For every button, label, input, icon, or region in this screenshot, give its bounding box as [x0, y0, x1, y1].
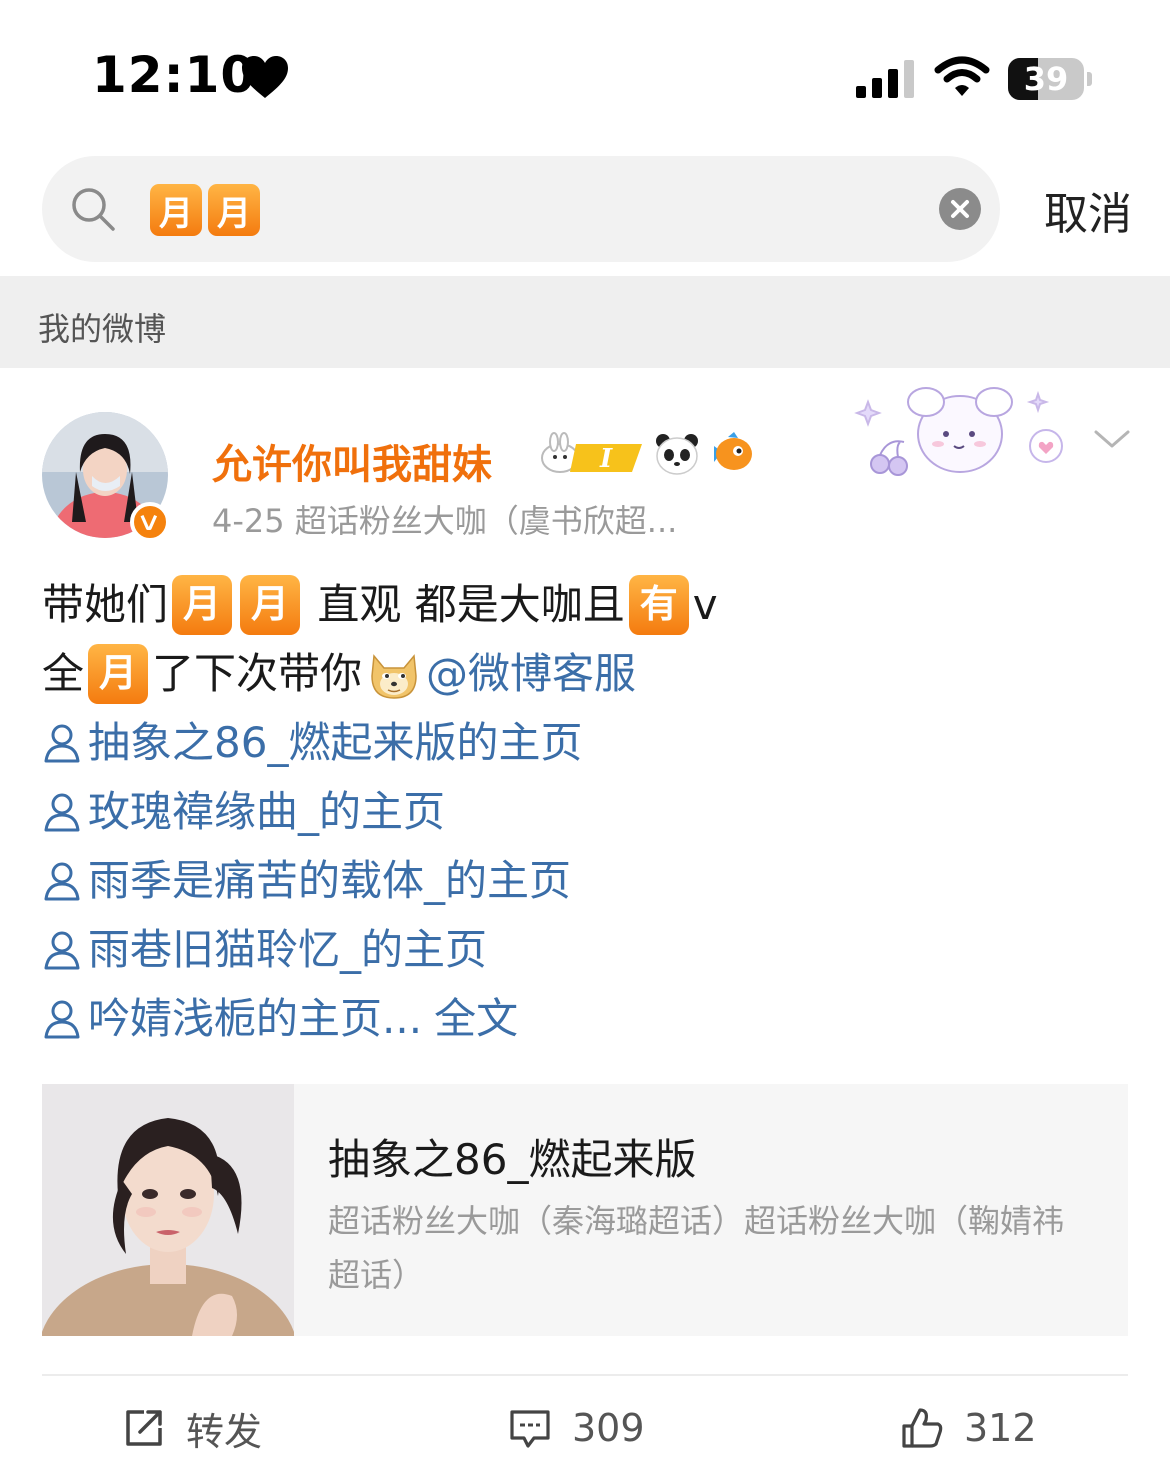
search-input[interactable]: 月 月	[150, 184, 260, 236]
repost-label: 转发	[186, 1409, 263, 1454]
clear-icon[interactable]	[939, 188, 981, 230]
search-icon	[72, 188, 115, 231]
chevron-down-icon[interactable]	[1092, 424, 1132, 454]
like-icon	[902, 1408, 943, 1448]
comment-button[interactable]: 309	[508, 1398, 645, 1458]
post-body: 带她们 月 月 直观 都是大咖且 有 v 全 月 了下次带你 @微博客服 抽象之…	[42, 570, 1132, 1053]
panda-icon	[656, 434, 698, 475]
heart-icon	[242, 56, 288, 98]
like-button[interactable]: 312	[900, 1398, 1037, 1458]
full-text-link[interactable]: 全文	[434, 984, 518, 1053]
profile-link[interactable]: 玫瑰禕缘曲_的主页	[88, 777, 445, 846]
user-name[interactable]: 允许你叫我甜妹	[212, 432, 492, 490]
profile-link[interactable]: 抽象之86_燃起来版的主页	[88, 708, 582, 777]
post-meta: 4-25 超话粉丝大咖（虞书欣超...	[212, 502, 678, 540]
comment-count: 309	[572, 1406, 645, 1450]
keycap-emoji: 有	[628, 574, 689, 635]
level-badge-icon: I	[541, 432, 642, 474]
card-title: 抽象之86_燃起来版	[328, 1135, 697, 1184]
like-count: 312	[964, 1406, 1037, 1450]
card-description: 超话粉丝大咖（秦海璐超话）超话粉丝大咖（鞠婧祎超话）	[328, 1202, 1065, 1294]
profile-link[interactable]: 雨巷旧猫聆忆_的主页	[88, 915, 487, 984]
signal-icon	[856, 60, 914, 98]
body-text: v	[692, 580, 718, 629]
decorative-sticker-icon	[854, 387, 1063, 476]
profile-link[interactable]: 雨季是痛苦的载体_的主页	[88, 846, 571, 915]
body-text: 了下次带你	[152, 649, 363, 698]
search-box[interactable]: 月 月	[42, 156, 1000, 262]
card-image	[42, 1084, 294, 1336]
keycap-emoji: 月	[88, 643, 149, 704]
person-icon	[44, 931, 80, 969]
wifi-icon	[934, 56, 990, 96]
status-time: 12:10	[92, 46, 257, 104]
verified-badge-icon	[130, 502, 170, 542]
keycap-emoji: 月	[240, 574, 301, 635]
mention-link[interactable]: @微博客服	[426, 639, 636, 708]
profile-link-line: 雨巷旧猫聆忆_的主页	[42, 915, 1132, 984]
profile-link-line: 雨季是痛苦的载体_的主页	[42, 846, 1132, 915]
repost-button[interactable]: 转发	[122, 1398, 262, 1458]
section-label: 我的微博	[38, 310, 167, 348]
level-badge-text: I	[599, 444, 613, 474]
user-badges: I	[536, 432, 754, 476]
person-icon	[44, 724, 80, 762]
divider	[42, 1374, 1128, 1376]
person-icon	[44, 1000, 80, 1038]
doge-emoji-icon	[371, 653, 417, 699]
person-icon	[44, 862, 80, 900]
battery-level: 39	[1023, 60, 1069, 98]
profile-link-line: 吟婧浅栀的主页... 全文	[42, 984, 1132, 1053]
profile-link[interactable]: 吟婧浅栀的主页...	[88, 984, 422, 1053]
profile-card[interactable]: 抽象之86_燃起来版 超话粉丝大咖（秦海璐超话）超话粉丝大咖（鞠婧祎超话）	[42, 1084, 1128, 1336]
search-keycap: 月	[150, 184, 202, 236]
body-line: 带她们 月 月 直观 都是大咖且 有 v	[42, 570, 1132, 639]
comment-icon	[510, 1410, 550, 1448]
profile-link-line: 抽象之86_燃起来版的主页	[42, 708, 1132, 777]
status-bar: 12:10 39	[0, 0, 1170, 150]
search-keycap: 月	[208, 184, 260, 236]
repost-icon	[126, 1410, 162, 1446]
body-text: 带她们	[42, 580, 169, 629]
cancel-button[interactable]: 取消	[1044, 178, 1132, 242]
body-text: 直观 都是大咖且	[304, 580, 625, 629]
section-header: 我的微博	[0, 276, 1170, 368]
body-line: 全 月 了下次带你 @微博客服	[42, 639, 1132, 708]
keycap-emoji: 月	[172, 574, 233, 635]
body-text: 全	[42, 649, 85, 698]
battery-indicator: 39	[1008, 58, 1092, 100]
person-icon	[44, 793, 80, 831]
fish-icon	[714, 432, 752, 470]
profile-link-line: 玫瑰禕缘曲_的主页	[42, 777, 1132, 846]
